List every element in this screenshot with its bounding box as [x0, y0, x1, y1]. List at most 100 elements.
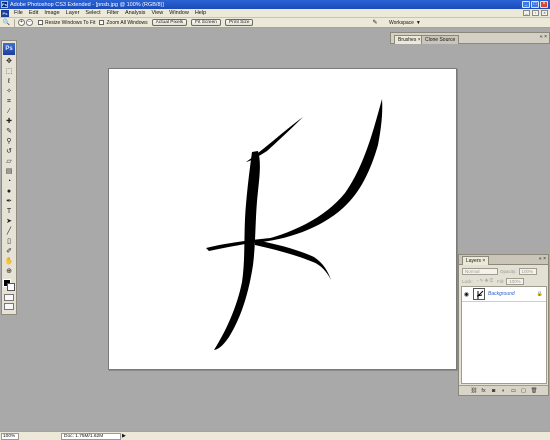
- zoom-in-icon[interactable]: +: [18, 19, 25, 26]
- hand-tool-icon[interactable]: ✋: [3, 257, 15, 266]
- workspace-button[interactable]: Workspace ▼: [385, 19, 425, 27]
- menu-bar: Ps File Edit Image Layer Select Filter A…: [0, 9, 550, 18]
- doc-close-icon[interactable]: ×: [541, 10, 548, 16]
- move-tool-icon[interactable]: ✥: [3, 57, 15, 66]
- toolbox: Ps ✥ ⬚ ℓ ✧ ⌗ ⁄ ✚ ✎ ⚲ ↺ ▱ ▤ ◔ ● ✒ T ➤ ╱ ▯…: [1, 40, 17, 315]
- opacity-field[interactable]: 100%: [518, 267, 537, 275]
- fill-field[interactable]: 100%: [506, 277, 525, 285]
- shape-tool-icon[interactable]: ╱: [3, 227, 15, 236]
- dodge-tool-icon[interactable]: ●: [3, 187, 15, 196]
- lock-icon: 🔒: [536, 291, 543, 297]
- toolbox-ps-logo[interactable]: Ps: [3, 43, 15, 55]
- diagonal-sweep: [251, 99, 383, 243]
- vertical-stroke: [214, 151, 260, 350]
- status-bar: 100% Doc: 1.75M/1.62M ▶: [0, 431, 550, 440]
- blur-tool-icon[interactable]: ◔: [3, 177, 15, 186]
- menu-filter[interactable]: Filter: [104, 10, 122, 16]
- type-tool-icon[interactable]: T: [3, 207, 15, 216]
- menu-file[interactable]: File: [11, 10, 26, 16]
- menu-view[interactable]: View: [148, 10, 166, 16]
- document-window-controls: _ ▫ ×: [523, 10, 548, 16]
- layer-thumbnail: [473, 288, 485, 300]
- brushes-toggle-icon[interactable]: ✎: [369, 19, 381, 27]
- print-size-button[interactable]: Print Size: [224, 19, 254, 26]
- panel-menu-icon[interactable]: « ×: [540, 34, 547, 40]
- notes-tool-icon[interactable]: ▯: [3, 237, 15, 246]
- resize-windows-checkbox[interactable]: Resize Windows To Fit: [38, 20, 95, 26]
- zoom-all-windows-checkbox[interactable]: Zoom All Windows: [99, 20, 148, 26]
- brushes-panel: Brushes × Clone Source « ×: [390, 32, 550, 44]
- layers-lock-row: Lock: ▫ ✎ ✥ ⚿ Fill: 100%: [462, 277, 546, 285]
- fit-screen-button[interactable]: Fit Screen: [191, 19, 221, 26]
- history-brush-tool-icon[interactable]: ↺: [3, 147, 15, 156]
- doc-minimize-icon[interactable]: _: [523, 10, 530, 16]
- zoom-level-field[interactable]: 100%: [1, 432, 19, 440]
- crop-tool-icon[interactable]: ⌗: [3, 97, 15, 106]
- checkbox-box[interactable]: [99, 20, 105, 25]
- menu-image[interactable]: Image: [41, 10, 62, 16]
- doc-restore-icon[interactable]: ▫: [532, 10, 539, 16]
- path-selection-tool-icon[interactable]: ➤: [3, 217, 15, 226]
- marquee-tool-icon[interactable]: ⬚: [3, 67, 15, 76]
- menu-layer[interactable]: Layer: [63, 10, 83, 16]
- eyedropper-tool-icon[interactable]: ⁄: [3, 107, 15, 116]
- menu-window[interactable]: Window: [166, 10, 192, 16]
- artwork-letter: [206, 99, 383, 350]
- menu-analysis[interactable]: Analysis: [122, 10, 148, 16]
- options-separator: [14, 18, 15, 27]
- window-controls: _ □ ×: [522, 1, 548, 8]
- checkbox-box[interactable]: [38, 20, 43, 25]
- zoom-out-icon[interactable]: −: [26, 19, 33, 26]
- menu-help[interactable]: Help: [192, 10, 209, 16]
- clone-stamp-tool-icon[interactable]: ⚲: [3, 137, 15, 146]
- menubar-ps-logo[interactable]: Ps: [1, 9, 9, 17]
- menu-edit[interactable]: Edit: [26, 10, 41, 16]
- title-bar: Ps Adobe Photoshop CS3 Extended - [pnsb.…: [0, 0, 550, 9]
- color-swatches: [2, 278, 16, 292]
- delete-layer-icon[interactable]: 🗑: [531, 388, 538, 394]
- layer-name[interactable]: Background: [488, 291, 515, 297]
- eye-visibility-icon[interactable]: ◉: [462, 291, 471, 298]
- pen-tool-icon[interactable]: ✒: [3, 197, 15, 206]
- eraser-tool-icon[interactable]: ▱: [3, 157, 15, 166]
- new-layer-icon[interactable]: ▢: [521, 388, 527, 394]
- link-layers-icon[interactable]: ⛓: [471, 388, 478, 394]
- eyedropper-sample-tool-icon[interactable]: ✐: [3, 247, 15, 256]
- new-group-icon[interactable]: ▭: [511, 388, 517, 394]
- gradient-tool-icon[interactable]: ▤: [3, 167, 15, 176]
- fill-label: Fill:: [497, 278, 505, 284]
- layer-style-icon[interactable]: fx: [481, 388, 487, 394]
- magic-wand-tool-icon[interactable]: ✧: [3, 87, 15, 96]
- menu-select[interactable]: Select: [82, 10, 103, 16]
- resize-windows-label: Resize Windows To Fit: [45, 19, 96, 26]
- leg-stroke: [255, 240, 331, 280]
- tab-layers[interactable]: Layers ×: [462, 256, 490, 265]
- photoshop-app-icon[interactable]: Ps: [1, 1, 8, 8]
- adjustment-layer-icon[interactable]: ◐: [501, 388, 507, 394]
- screen-mode-icon[interactable]: [4, 303, 14, 310]
- blend-mode-select[interactable]: Normal: [462, 267, 498, 275]
- background-color-swatch[interactable]: [7, 283, 15, 291]
- tab-clone-source[interactable]: Clone Source: [421, 35, 460, 44]
- lock-icons[interactable]: ▫ ✎ ✥ ⚿: [477, 278, 493, 284]
- options-bar: 🔍 + − Resize Windows To Fit Zoom All Win…: [0, 18, 550, 28]
- document-canvas[interactable]: [108, 68, 457, 370]
- layers-list: ◉ Background 🔒: [461, 286, 547, 384]
- lasso-tool-icon[interactable]: ℓ: [3, 77, 15, 86]
- status-menu-arrow-icon[interactable]: ▶: [122, 433, 126, 439]
- layers-panel: Layers × « × Normal Opacity: 100% Lock: …: [458, 254, 549, 396]
- maximize-icon[interactable]: □: [531, 1, 539, 8]
- layer-row-background[interactable]: ◉ Background 🔒: [462, 287, 546, 302]
- brush-tool-icon[interactable]: ✎: [3, 127, 15, 136]
- actual-pixels-button[interactable]: Actual Pixels: [151, 19, 188, 26]
- close-icon[interactable]: ×: [540, 1, 548, 8]
- zoom-tool-preset-icon[interactable]: 🔍: [2, 19, 11, 27]
- lock-label: Lock:: [462, 278, 473, 284]
- minimize-icon[interactable]: _: [522, 1, 530, 8]
- healing-brush-tool-icon[interactable]: ✚: [3, 117, 15, 126]
- layers-footer: ⛓ fx ◙ ◐ ▭ ▢ 🗑: [459, 385, 548, 395]
- add-mask-icon[interactable]: ◙: [491, 388, 497, 394]
- zoom-tool-icon[interactable]: ⊕: [3, 267, 15, 276]
- layers-panel-menu-icon[interactable]: « ×: [539, 256, 546, 262]
- quick-mask-mode-icon[interactable]: [4, 294, 14, 301]
